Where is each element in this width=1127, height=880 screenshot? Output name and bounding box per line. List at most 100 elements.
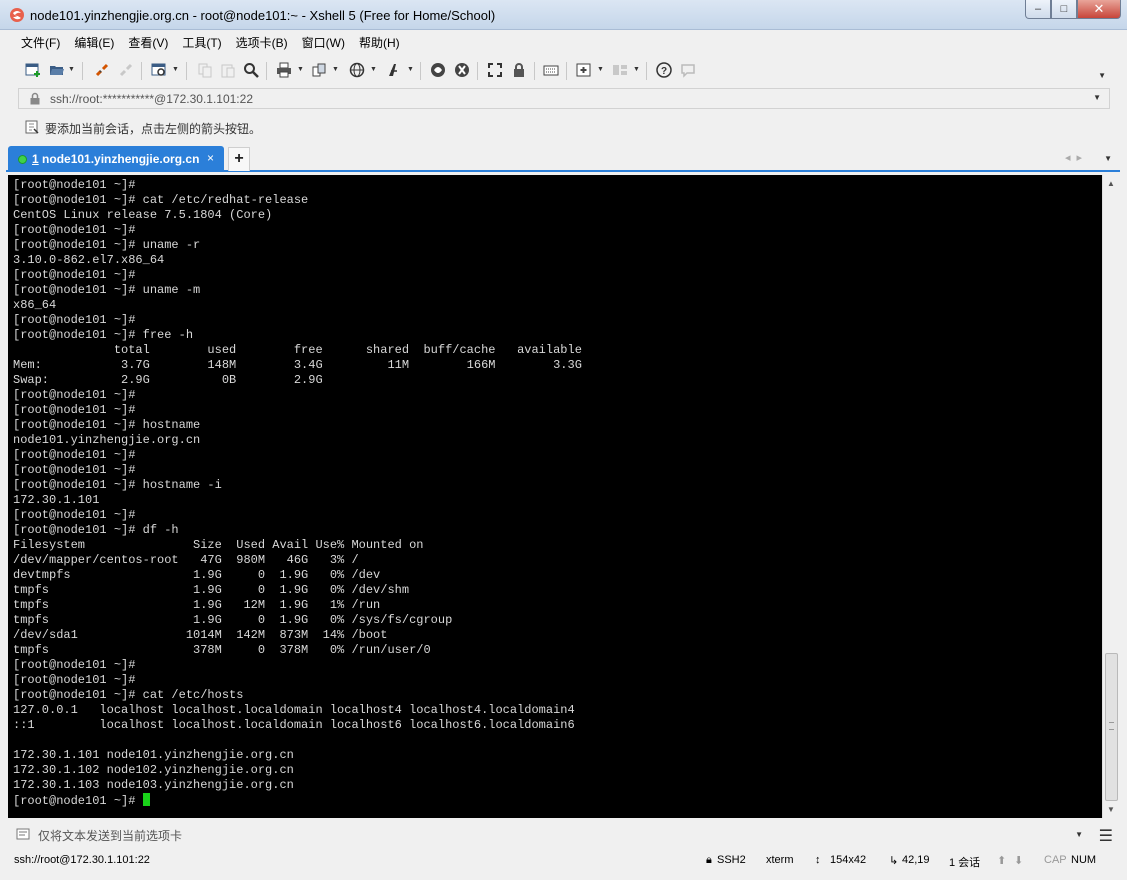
session-hint-bar: 要添加当前会话，点击左侧的箭头按钮。 [18,114,1110,140]
close-icon: ✕ [1093,1,1105,16]
terminal-line: devtmpfs 1.9G 0 1.9G 0% /dev [13,568,381,582]
copy-icon [196,61,214,79]
toolbar-separator [477,62,478,80]
maximize-button[interactable]: □ [1051,0,1077,19]
compose-menu-icon[interactable]: ☰ [1099,826,1113,846]
address-dropdown-icon[interactable]: ▼ [1093,93,1101,102]
tab-close-icon[interactable]: × [207,151,214,165]
new-tab-icon[interactable] [575,61,593,79]
compose-input[interactable]: 仅将文本发送到当前选项卡 [38,827,182,844]
status-size: 154x42 [830,854,867,866]
terminal-prompt: [root@node101 ~]# [13,794,143,808]
scrollbar-thumb[interactable] [1105,653,1118,801]
close-window-button[interactable]: ✕ [1077,0,1121,19]
terminal-prompt-line: [root@node101 ~]# [13,793,582,808]
help-icon[interactable]: ? [655,61,673,79]
toolbar-separator [646,62,647,80]
terminal-line: 172.30.1.103 node103.yinzhengjie.org.cn [13,778,294,792]
terminal-scrollbar[interactable]: ▲ ▼ [1102,175,1119,818]
terminal-line: tmpfs 1.9G 0 1.9G 0% /sys/fs/cgroup [13,613,453,627]
terminal-screen[interactable]: [root@node101 ~]# [root@node101 ~]# cat /… [8,175,1102,818]
status-down-arrow-icon: ⬇ [1014,855,1024,867]
menu-file[interactable]: 文件(F) [14,34,67,51]
menu-edit[interactable]: 编辑(E) [67,34,121,51]
tab-strip: 1 node101.yinzhengjie.org.cn × + ◂▸ ▼ [6,145,1120,172]
font-icon[interactable] [385,61,403,79]
terminal-line: /dev/mapper/centos-root 47G 980M 46G 3% … [13,553,359,567]
toolbar: ▼ ▼ ▼ ▼ ▼ ▼ ▼ ▼ ? ▼ [14,57,1114,84]
menu-bar: 文件(F) 编辑(E) 查看(V) 工具(T) 选项卡(B) 窗口(W) 帮助(… [14,31,407,53]
properties-dropdown-icon[interactable]: ▼ [172,66,179,73]
status-num: NUM [1071,854,1097,866]
compose-icon[interactable] [16,827,30,841]
compose-dropdown-icon[interactable]: ▼ [1075,830,1083,839]
terminal-line: 172.30.1.102 node102.yinzhengjie.org.cn [13,763,294,777]
terminal-line: 172.30.1.101 node101.yinzhengjie.org.cn [13,748,294,762]
terminal-line: ::1 localhost localhost.localdomain loca… [13,718,575,732]
terminal-line: [root@node101 ~]# free -h [13,328,194,342]
status-terminal-type: xterm [766,854,794,866]
tab-list-dropdown-icon[interactable]: ▼ [1104,154,1112,163]
xmanager-icon[interactable] [453,61,471,79]
status-bar: ssh://root@172.30.1.101:22 🔒︎ SSH2 xterm… [0,850,1127,872]
open-dropdown-icon[interactable]: ▼ [68,66,75,73]
tab-node101[interactable]: 1 node101.yinzhengjie.org.cn × [8,146,224,172]
menu-window[interactable]: 窗口(W) [295,34,352,51]
new-tab-dropdown-icon[interactable]: ▼ [597,66,604,73]
lock-icon[interactable] [510,61,528,79]
tab-scroll-icons[interactable]: ◂▸ [1065,151,1088,164]
menu-help[interactable]: 帮助(H) [352,34,407,51]
terminal-line: Swap: 2.9G 0B 2.9G [13,373,323,387]
add-session-arrow-icon[interactable] [25,120,39,134]
reconnect-icon[interactable] [93,61,111,79]
address-input[interactable]: ssh://root:***********@172.30.1.101:22 [50,92,253,106]
keyboard-icon[interactable] [542,61,560,79]
menu-view[interactable]: 查看(V) [121,34,175,51]
toolbar-overflow-icon[interactable]: ▼ [1098,71,1106,80]
globe-icon[interactable] [348,61,366,79]
menu-tabs[interactable]: 选项卡(B) [229,34,295,51]
find-icon[interactable] [242,61,260,79]
new-session-icon[interactable] [24,61,42,79]
session-properties-icon[interactable] [150,61,168,79]
minimize-button[interactable]: – [1025,0,1051,19]
scroll-up-icon[interactable]: ▲ [1107,179,1115,188]
paste-icon [219,61,237,79]
terminal-line: [root@node101 ~]# [13,673,136,687]
compose-bar: 仅将文本发送到当前选项卡 ▼ ☰ [8,822,1119,846]
toolbar-separator [420,62,421,80]
address-bar[interactable]: ssh://root:***********@172.30.1.101:22 ▼ [18,88,1110,109]
xshell-app-icon[interactable] [9,7,25,23]
tab-label: 1 node101.yinzhengjie.org.cn [32,152,200,166]
terminal-output: [root@node101 ~]# [root@node101 ~]# cat /… [13,178,582,808]
lock-icon [30,92,40,105]
font-dropdown-icon[interactable]: ▼ [407,66,414,73]
scroll-down-icon[interactable]: ▼ [1107,805,1115,814]
status-sessions: 1 会话 [949,857,981,869]
layout-icon [611,61,629,79]
terminal-line: node101.yinzhengjie.org.cn [13,433,201,447]
print-dropdown-icon[interactable]: ▼ [297,66,304,73]
terminal-line: [root@node101 ~]# [13,463,136,477]
terminal-line: tmpfs 1.9G 12M 1.9G 1% /run [13,598,381,612]
window-title: node101.yinzhengjie.org.cn - root@node10… [30,8,496,23]
transfer-dropdown-icon[interactable]: ▼ [332,66,339,73]
menu-tools[interactable]: 工具(T) [175,34,228,51]
toolbar-separator [141,62,142,80]
terminal-line: Mem: 3.7G 148M 3.4G 11M 166M 3.3G [13,358,582,372]
print-icon[interactable] [275,61,293,79]
open-folder-icon[interactable] [48,61,66,79]
layout-dropdown-icon: ▼ [633,66,640,73]
globe-dropdown-icon[interactable]: ▼ [370,66,377,73]
terminal-line: [root@node101 ~]# [13,658,136,672]
status-up-arrow-icon: ⬆ [997,855,1007,867]
add-tab-button[interactable]: + [228,147,250,171]
transfer-icon[interactable] [310,61,328,79]
fullscreen-icon[interactable] [486,61,504,79]
xftp-icon[interactable] [429,61,447,79]
terminal-line: CentOS Linux release 7.5.1804 (Core) [13,208,273,222]
terminal-line: [root@node101 ~]# uname -m [13,283,201,297]
terminal-line: /dev/sda1 1014M 142M 873M 14% /boot [13,628,388,642]
terminal-line: [root@node101 ~]# [13,403,136,417]
terminal-line: tmpfs 1.9G 0 1.9G 0% /dev/shm [13,583,410,597]
